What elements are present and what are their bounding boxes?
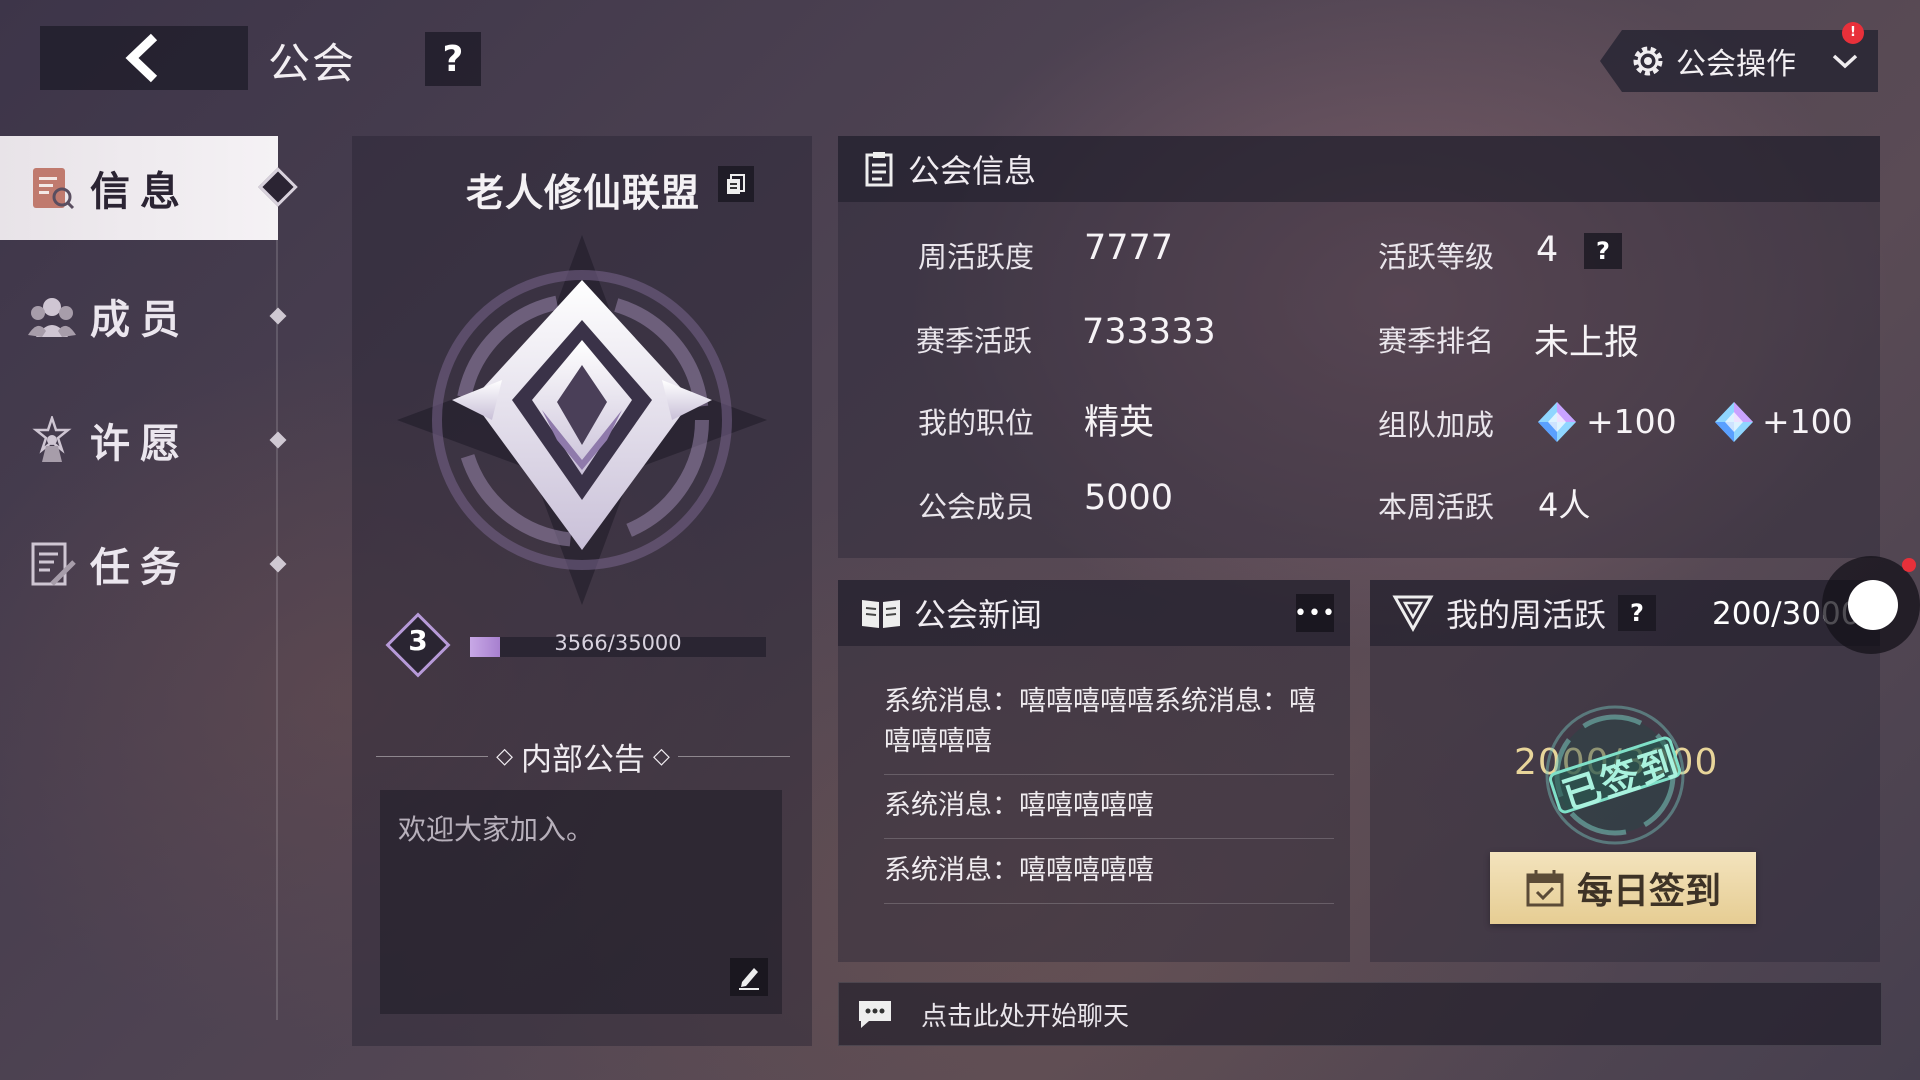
crystal-icon (1715, 402, 1753, 442)
diamond-ornament-icon: ◇ (653, 744, 670, 769)
team-bonus-value-1: +100 (1586, 402, 1677, 441)
members-icon (28, 292, 76, 340)
my-position-value: 精英 (1084, 403, 1155, 443)
copy-button[interactable] (718, 166, 754, 202)
sidebar-item-wish[interactable]: 许愿 (0, 388, 287, 492)
back-arrow-icon (125, 33, 158, 83)
activity-level-value: 4 (1536, 230, 1559, 270)
wish-icon (28, 416, 76, 464)
crystal-icon (1538, 402, 1576, 442)
chat-placeholder: 点击此处开始聊天 (921, 1001, 1130, 1032)
my-weekly-title: 我的周活跃 (1446, 596, 1607, 634)
news-item: 系统消息：嘻嘻嘻嘻嘻系统消息：嘻嘻嘻嘻嘻 (884, 686, 1316, 757)
weekly-activity-value: 7777 (1084, 228, 1174, 268)
chat-bubble-icon (859, 1001, 891, 1028)
copy-icon (727, 174, 745, 194)
sidebar-item-label: 成员 (90, 297, 190, 343)
season-rank-value: 未上报 (1534, 323, 1640, 363)
weekly-help-button[interactable]: ? (1618, 595, 1657, 631)
guild-name: 老人修仙联盟 (466, 171, 701, 215)
guild-info-title: 公会信息 (908, 152, 1037, 190)
members-label: 公会成员 (918, 490, 1035, 524)
season-rank-label: 赛季排名 (1378, 324, 1495, 358)
clipboard-icon (865, 152, 893, 187)
season-activity-label: 赛季活跃 (916, 324, 1033, 358)
guild-emblem-icon (397, 235, 767, 605)
triangle-emblem-icon (1392, 595, 1434, 633)
team-bonus-value-2: +100 (1762, 402, 1853, 441)
guild-operations-label: 公会操作 (1676, 47, 1796, 82)
toggle-notification-dot (1902, 558, 1916, 572)
tasks-icon (28, 540, 76, 588)
notice-title: 内部公告 (521, 742, 645, 778)
calendar-icon (1526, 870, 1564, 907)
sidebar-item-info[interactable]: 信息 (0, 136, 298, 240)
edit-icon (739, 968, 759, 990)
team-bonus-label: 组队加成 (1378, 408, 1495, 442)
weekly-active-value: 4人 (1538, 486, 1591, 524)
sidebar-item-label: 许愿 (90, 421, 190, 467)
sidebar-marker (269, 431, 287, 449)
sidebar-marker (269, 555, 287, 573)
news-divider (884, 774, 1334, 775)
activity-level-help-button[interactable]: ? (1584, 233, 1622, 269)
sidebar-item-members[interactable]: 成员 (0, 264, 287, 368)
news-divider (884, 838, 1334, 839)
sidebar-item-label: 任务 (90, 545, 190, 591)
chat-input-bar[interactable]: 点击此处开始聊天 (838, 982, 1882, 1046)
weekly-active-label: 本周活跃 (1378, 490, 1495, 524)
toggle-knob[interactable] (1848, 580, 1898, 630)
gear-icon (1633, 46, 1663, 76)
guild-operations-button[interactable]: 公会操作 (1600, 30, 1878, 92)
sidebar-marker (269, 307, 287, 325)
news-more-button[interactable]: ••• (1294, 594, 1335, 632)
diamond-ornament-icon: ◇ (496, 744, 513, 769)
guild-news-header: 公会新闻 (838, 580, 1350, 646)
sidebar-active-marker (258, 167, 298, 207)
notice-text: 欢迎大家加入。 (398, 813, 595, 846)
notice-header: ◇ 内部公告 ◇ (368, 734, 798, 779)
guild-level-number: 3 (408, 624, 428, 657)
guild-exp-text: 3566/35000 (554, 631, 682, 655)
info-doc-icon (28, 164, 76, 212)
page-title: 公会 (268, 39, 357, 88)
season-activity-value: 733333 (1082, 312, 1216, 352)
members-value: 5000 (1084, 478, 1174, 518)
news-item: 系统消息：嘻嘻嘻嘻嘻 (884, 855, 1154, 886)
sidebar-item-label: 信息 (90, 169, 190, 215)
weekly-activity-label: 周活跃度 (918, 240, 1035, 274)
daily-signin-button[interactable]: 每日签到 (1490, 852, 1756, 924)
book-icon (862, 600, 900, 628)
sidebar-item-tasks[interactable]: 任务 (0, 512, 287, 616)
help-button[interactable]: ? (425, 32, 481, 86)
my-position-label: 我的职位 (918, 406, 1035, 440)
news-item: 系统消息：嘻嘻嘻嘻嘻 (884, 790, 1154, 821)
news-divider (884, 903, 1334, 904)
edit-notice-button[interactable] (730, 958, 768, 996)
guild-info-header: 公会信息 (838, 136, 1880, 202)
activity-level-label: 活跃等级 (1378, 240, 1495, 274)
chevron-down-icon (1832, 54, 1858, 69)
guild-news-title: 公会新闻 (914, 596, 1043, 634)
daily-signin-label: 每日签到 (1576, 871, 1721, 912)
notification-badge: ! (1842, 22, 1864, 44)
back-button[interactable] (40, 26, 248, 90)
